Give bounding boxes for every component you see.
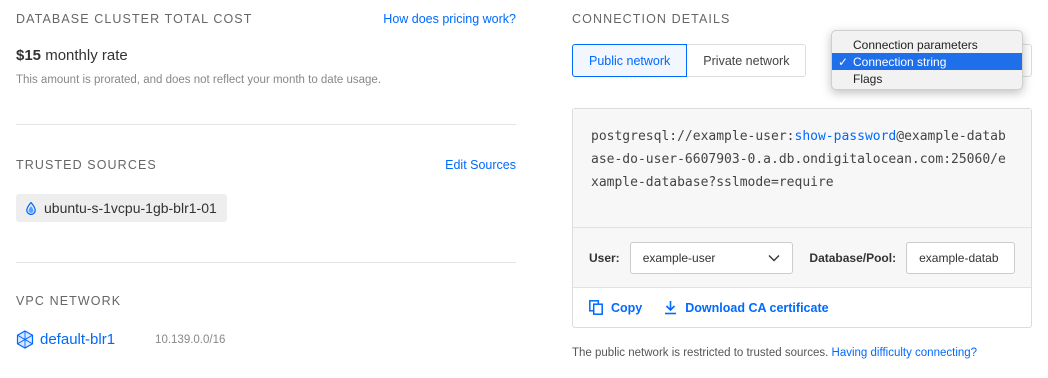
trusted-source-chip[interactable]: ubuntu-s-1vcpu-1gb-blr1-01 [16, 194, 227, 222]
show-password-link[interactable]: show-password [795, 129, 897, 144]
checkmark-icon: ✓ [838, 54, 849, 69]
trusted-sources-title: TRUSTED SOURCES [16, 158, 157, 172]
user-select-value: example-user [642, 250, 716, 265]
price-amount: $15 [16, 47, 42, 64]
copy-label: Copy [611, 300, 643, 315]
droplet-icon [26, 201, 36, 215]
vpc-network-icon [16, 330, 34, 349]
trusted-source-label: ubuntu-s-1vcpu-1gb-blr1-01 [44, 200, 217, 216]
database-pool-value: example-datab [919, 250, 999, 265]
footnote-text: The public network is restricted to trus… [572, 347, 829, 359]
chevron-down-icon [768, 254, 780, 261]
connection-controls: User: example-user Database/Pool: exampl… [573, 228, 1031, 288]
vpc-cidr: 10.139.0.0/16 [155, 333, 226, 346]
cost-header: DATABASE CLUSTER TOTAL COST How does pri… [16, 12, 516, 26]
cost-section-title: DATABASE CLUSTER TOTAL COST [16, 12, 253, 26]
tab-private-network[interactable]: Private network [687, 44, 807, 77]
connection-string[interactable]: postgresql://example-user:show-password@… [573, 109, 1031, 228]
vpc-section-title: VPC NETWORK [16, 294, 122, 308]
database-pool-label: Database/Pool: [809, 250, 897, 265]
connection-help-link[interactable]: Having difficulty connecting? [832, 347, 978, 359]
user-label: User: [589, 250, 620, 265]
menu-item-connection-parameters[interactable]: Connection parameters [832, 36, 1022, 53]
copy-button[interactable]: Copy [589, 300, 642, 315]
connection-box: postgresql://example-user:show-password@… [572, 108, 1032, 328]
download-icon [665, 301, 677, 315]
connection-details-panel: CONNECTION DETAILS Public network Privat… [572, 0, 1032, 378]
monthly-price: $15 monthly rate [16, 47, 128, 64]
price-suffix: monthly rate [45, 47, 128, 64]
connection-section-title: CONNECTION DETAILS [572, 12, 731, 26]
database-pool-select[interactable]: example-datab [906, 241, 1015, 274]
network-tabs: Public network Private network [572, 44, 807, 77]
trusted-sources-header: TRUSTED SOURCES Edit Sources [16, 158, 516, 172]
user-select[interactable]: example-user [629, 241, 794, 274]
download-ca-certificate-button[interactable]: Download CA certificate [664, 300, 829, 315]
connection-string-prefix: postgresql://example-user: [591, 129, 795, 144]
cluster-overview-panel: DATABASE CLUSTER TOTAL COST How does pri… [16, 0, 516, 378]
section-divider [16, 124, 516, 125]
menu-item-connection-string[interactable]: ✓ Connection string [832, 53, 1022, 70]
download-label: Download CA certificate [685, 300, 829, 315]
format-dropdown-menu: Connection parameters ✓ Connection strin… [831, 30, 1023, 90]
public-network-footnote: The public network is restricted to trus… [572, 347, 977, 359]
section-divider [16, 262, 516, 263]
vpc-row: default-blr1 10.139.0.0/16 [16, 330, 225, 349]
vpc-name-link[interactable]: default-blr1 [40, 331, 115, 348]
pricing-info-link[interactable]: How does pricing work? [383, 12, 516, 26]
tab-public-network[interactable]: Public network [572, 44, 688, 77]
menu-item-flags[interactable]: Flags [832, 70, 1022, 87]
edit-sources-link[interactable]: Edit Sources [445, 158, 516, 172]
price-note: This amount is prorated, and does not re… [16, 74, 382, 86]
copy-icon [589, 300, 603, 315]
connection-actions: Copy Download CA certificate [573, 288, 1031, 327]
